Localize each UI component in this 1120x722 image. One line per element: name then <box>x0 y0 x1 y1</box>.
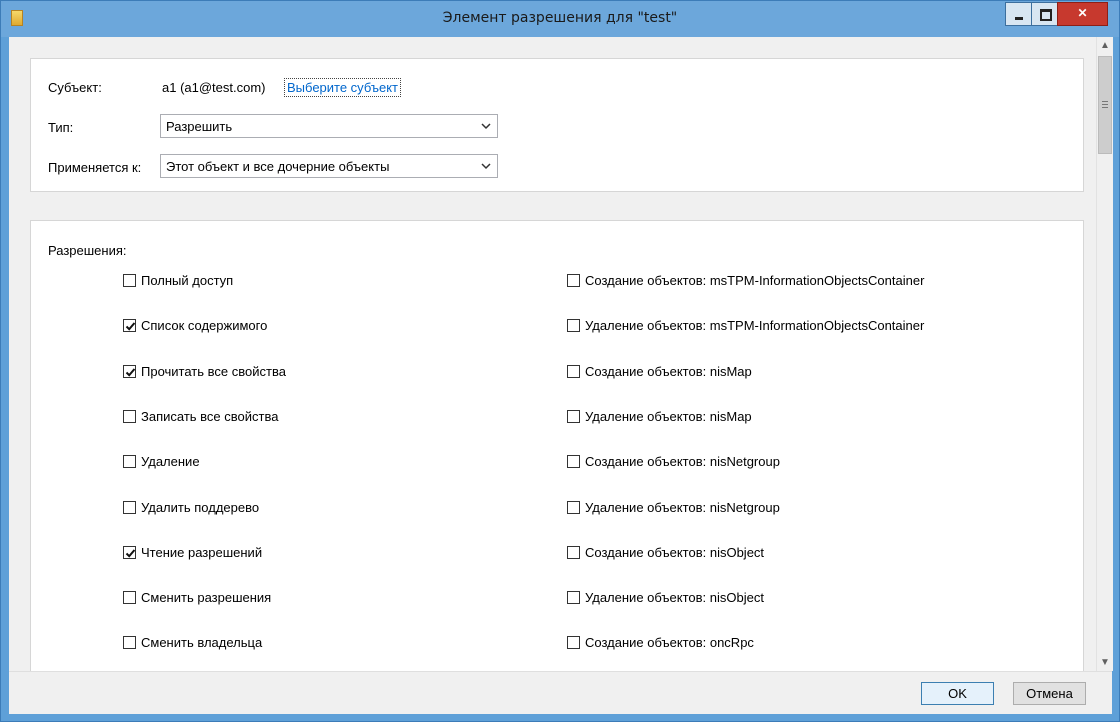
permission-checkbox[interactable] <box>123 591 136 605</box>
permission-checkbox[interactable] <box>567 545 580 559</box>
close-button[interactable]: ✕ <box>1057 2 1108 26</box>
checkmark-icon <box>125 322 136 331</box>
scroll-up-icon[interactable]: ▲ <box>1097 37 1113 54</box>
permission-label: Список содержимого <box>141 318 268 334</box>
permission-label: Чтение разрешений <box>141 544 263 560</box>
permission-label: Создание объектов: nisMap <box>585 363 752 379</box>
permission-label: Сменить разрешения <box>141 590 272 606</box>
minimize-button[interactable] <box>1005 2 1032 26</box>
permission-label: Удаление объектов: nisMap <box>585 408 752 424</box>
permission-label: Создание объектов: msTPM-InformationObje… <box>585 273 925 288</box>
permission-checkbox[interactable] <box>567 319 580 333</box>
permission-label: Сменить владельца <box>141 635 263 651</box>
permission-checkbox[interactable] <box>567 591 580 605</box>
permission-checkbox[interactable] <box>567 364 580 378</box>
checkmark-icon <box>125 367 136 377</box>
permission-label: Удаление объектов: nisObject <box>585 590 764 606</box>
principal-label: Субъект: <box>48 80 102 95</box>
applies-to-select-value: Этот объект и все дочерние объекты <box>166 159 390 174</box>
grip-icon <box>1102 101 1108 102</box>
applies-to-select[interactable]: Этот объект и все дочерние объекты <box>160 154 498 178</box>
permission-label: Удалить поддерево <box>141 499 260 515</box>
permission-checkbox[interactable] <box>567 636 580 650</box>
permission-checkbox[interactable] <box>123 455 136 469</box>
permission-label: Удаление <box>141 454 200 470</box>
type-select-value: Разрешить <box>166 119 233 134</box>
permission-checkbox[interactable] <box>567 500 580 514</box>
title-bar[interactable]: Элемент разрешения для "test" ✕ <box>1 1 1119 37</box>
dialog-window: Элемент разрешения для "test" ✕ Субъект:… <box>0 0 1120 722</box>
vertical-scrollbar[interactable]: ▲ ▼ <box>1096 37 1113 671</box>
permission-label: Удаление объектов: nisNetgroup <box>585 499 780 515</box>
permission-label: Удаление объектов: msTPM-InformationObje… <box>585 318 925 334</box>
permissions-heading: Разрешения: <box>48 243 127 258</box>
permission-checkbox[interactable] <box>123 319 136 333</box>
permission-label: Создание объектов: nisObject <box>585 544 765 560</box>
permission-checkbox[interactable] <box>123 500 136 514</box>
ok-button[interactable]: OK <box>921 682 994 705</box>
permission-label: Создание объектов: nisNetgroup <box>585 454 780 470</box>
scroll-down-icon[interactable]: ▼ <box>1097 654 1113 671</box>
close-icon: ✕ <box>1077 6 1088 20</box>
permission-checkbox[interactable] <box>123 274 136 287</box>
chevron-down-icon <box>481 163 491 170</box>
permission-label: Прочитать все свойства <box>141 363 286 379</box>
dialog-client: Субъект: a1 (a1@test.com) Выберите субъе… <box>9 37 1113 714</box>
window-title: Элемент разрешения для "test" <box>442 10 678 26</box>
checkmark-icon <box>125 549 136 558</box>
select-principal-link[interactable]: Выберите субъект <box>284 78 401 97</box>
permission-checkbox[interactable] <box>123 409 136 423</box>
permission-label: Полный доступ <box>141 273 234 288</box>
permission-checkbox[interactable] <box>567 455 580 469</box>
type-label: Тип: <box>48 120 74 135</box>
chevron-down-icon <box>481 123 491 130</box>
permission-checkbox[interactable] <box>123 364 136 378</box>
principal-group: Субъект: a1 (a1@test.com) Выберите субъе… <box>30 58 1084 192</box>
button-bar: OK Отмена <box>9 671 1112 714</box>
cancel-button[interactable]: Отмена <box>1013 682 1086 705</box>
maximize-button[interactable] <box>1031 2 1058 26</box>
permission-checkbox[interactable] <box>123 636 136 650</box>
applies-to-label: Применяется к: <box>48 160 142 175</box>
permissions-group: Разрешения: Полный доступ Список содержим… <box>30 220 1084 671</box>
permission-checkbox[interactable] <box>123 545 136 559</box>
permission-label: Создание объектов: oncRpc <box>585 635 754 651</box>
scrollbar-thumb[interactable] <box>1098 56 1112 154</box>
permission-label: Записать все свойства <box>141 408 279 424</box>
principal-value: a1 (a1@test.com) <box>162 80 266 95</box>
type-select[interactable]: Разрешить <box>160 114 498 138</box>
permission-checkbox[interactable] <box>567 274 580 287</box>
scroll-content: Субъект: a1 (a1@test.com) Выберите субъе… <box>9 37 1096 671</box>
permission-checkbox[interactable] <box>567 409 580 423</box>
